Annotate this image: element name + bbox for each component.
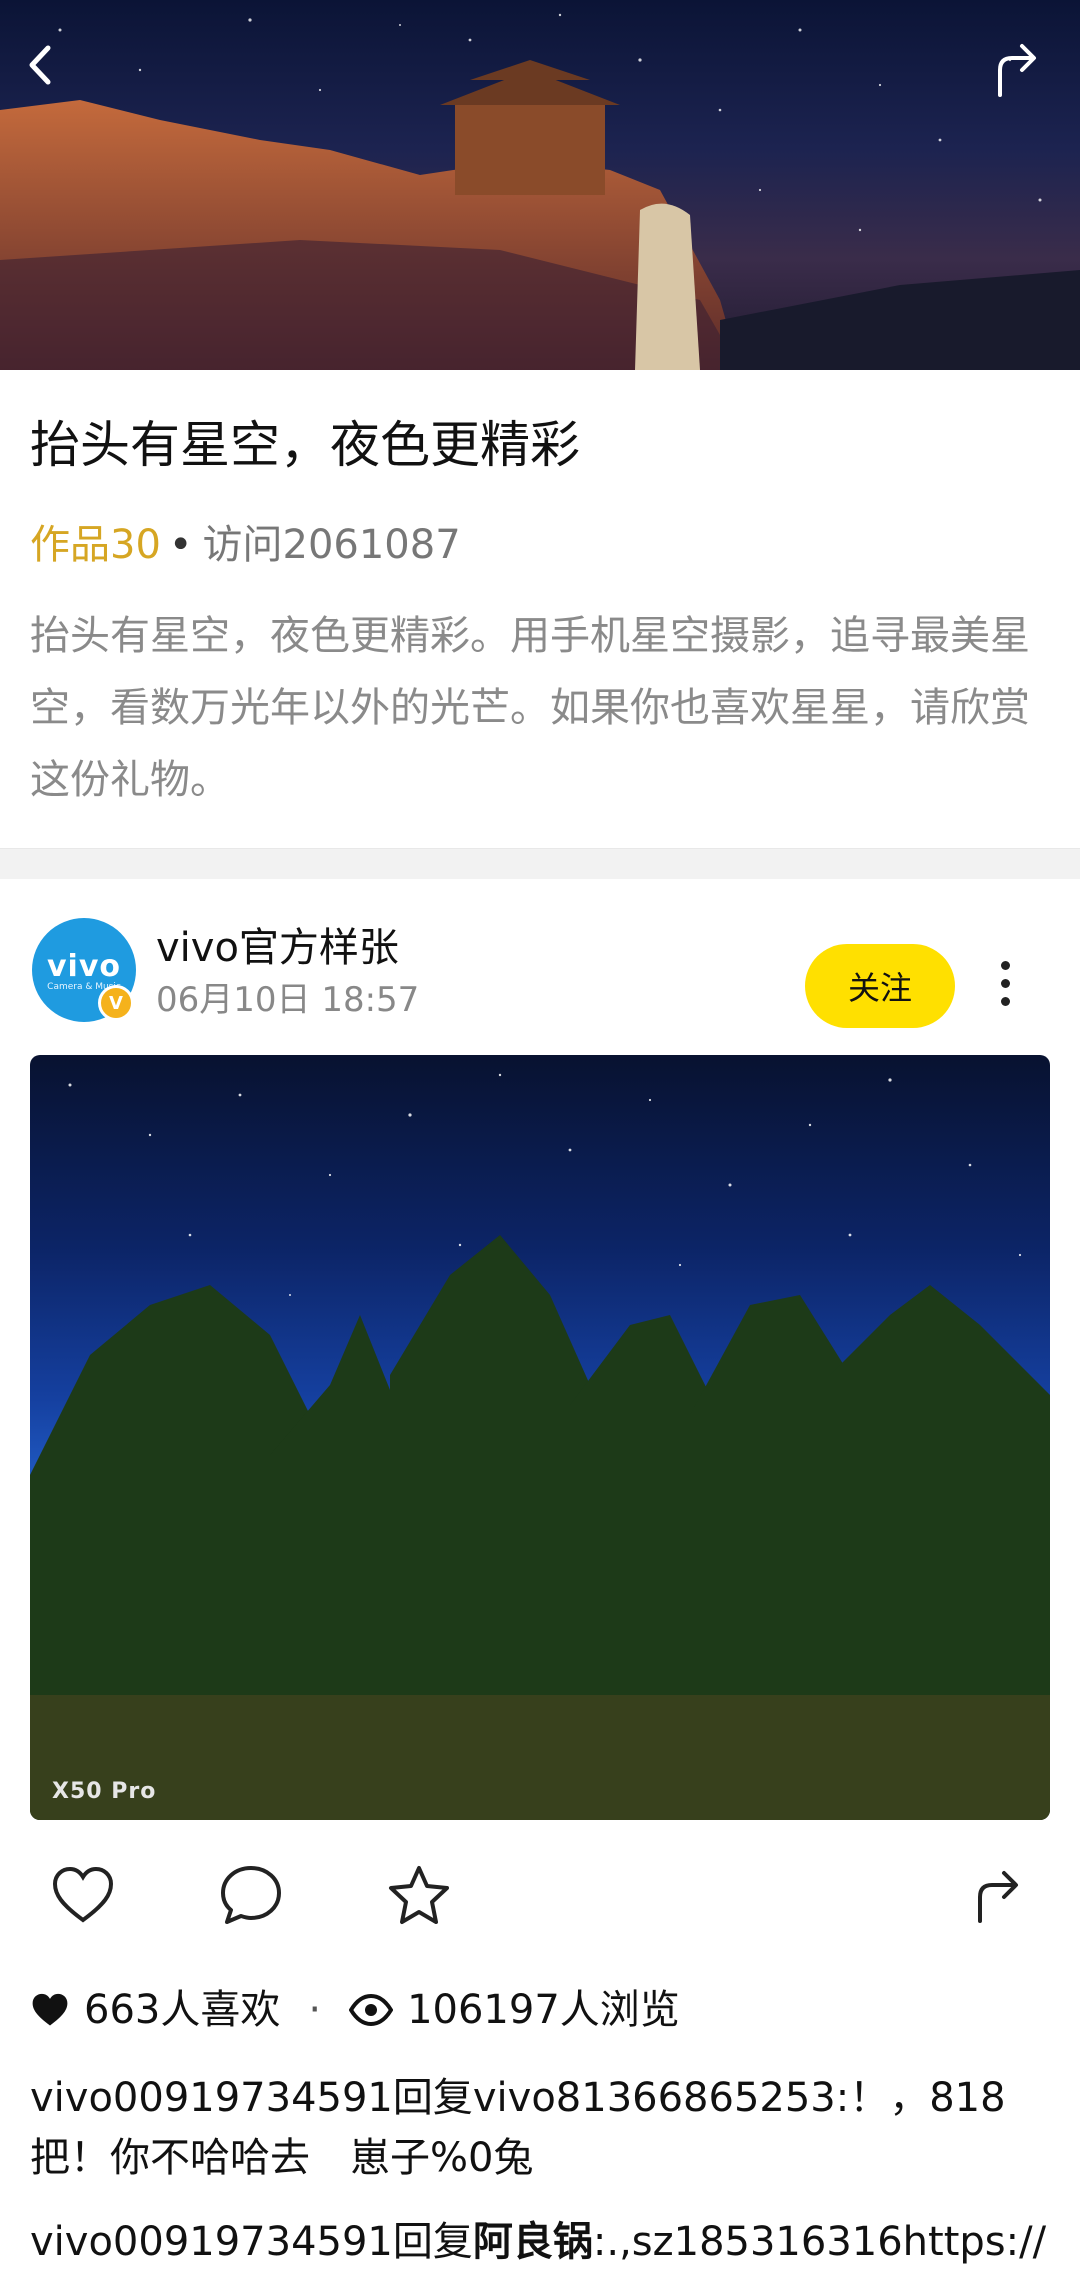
reply-word: 回复 [392, 2219, 473, 2265]
comment-button[interactable] [216, 1860, 286, 1930]
views-count: 106197人浏览 [407, 1987, 680, 2033]
reply-target-user[interactable]: 阿良锅 [473, 2219, 593, 2265]
chevron-left-icon [29, 45, 51, 85]
comment-user[interactable]: vivo00919734591 [30, 2219, 393, 2265]
heart-icon [52, 1866, 114, 1923]
comment-user[interactable]: vivo00919734591 [30, 2075, 393, 2121]
collection-title: 抬头有星空，夜色更精彩 [30, 416, 580, 474]
back-button[interactable] [20, 40, 90, 110]
camera-watermark: X50 Pro [52, 1779, 157, 1804]
post-stats: 663人喜欢 · 106197人浏览 [30, 1980, 680, 2040]
heart-filled-icon [32, 1993, 68, 2026]
separator-dot: · [308, 1987, 322, 2033]
share-button[interactable] [990, 40, 1060, 110]
favorite-button[interactable] [384, 1860, 454, 1930]
author-name[interactable]: vivo官方样张 [156, 920, 399, 976]
comment-item[interactable]: vivo00919734591回复阿良锅:.,sz185316316https:… [30, 2212, 1050, 2272]
header-photo [0, 0, 1080, 370]
like-button[interactable] [48, 1860, 118, 1930]
comment-item[interactable]: vivo00919734591回复vivo81366865253:！，818把！… [30, 2068, 1050, 2188]
post-date: 06月10日 18:57 [156, 980, 420, 1020]
collection-meta: 作品30 • 访问2061087 [30, 515, 461, 575]
share-arrow-icon [978, 1871, 1018, 1923]
star-icon [389, 1866, 449, 1924]
post-photo[interactable]: X50 Pro [30, 1055, 1050, 1820]
eye-icon [349, 1994, 394, 2026]
separator-dot: • [168, 522, 193, 568]
comment-text: :.,sz185316316https:// [592, 2219, 1047, 2265]
starry-landscape-illustration [0, 13, 1080, 370]
section-divider [0, 848, 1080, 879]
likes-count: 663人喜欢 [84, 1987, 281, 2033]
comment-bubble-icon [221, 1866, 281, 1924]
follow-button[interactable]: 关注 [805, 944, 955, 1028]
forest-night-illustration [30, 1073, 1050, 1820]
share-arrow-icon [998, 44, 1036, 97]
share-post-button[interactable] [962, 1860, 1032, 1930]
verified-badge-icon: V [98, 985, 134, 1021]
more-options-icon[interactable] [985, 955, 1025, 1015]
avatar-logo: vivo [46, 948, 121, 984]
visit-count: 访问2061087 [202, 522, 461, 568]
reply-word: 回复 [392, 2075, 473, 2121]
works-count[interactable]: 作品30 [30, 522, 161, 568]
reply-target-user[interactable]: vivo81366865253 [473, 2075, 836, 2121]
collection-description: 抬头有星空，夜色更精彩。用手机星空摄影，追寻最美星空，看数万光年以外的光芒。如果… [30, 613, 1030, 803]
